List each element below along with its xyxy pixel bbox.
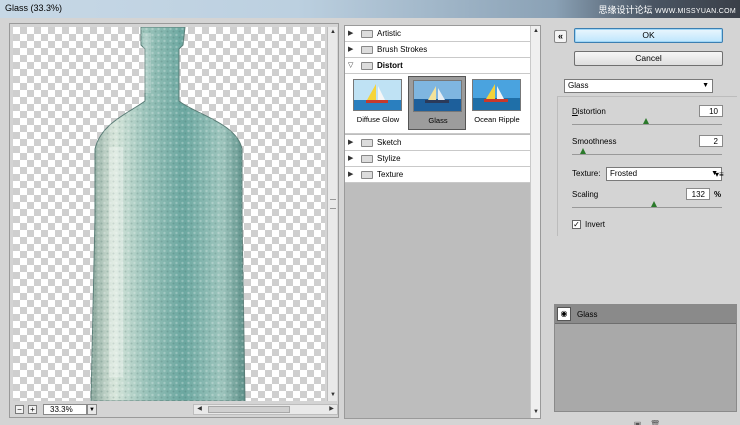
expand-arrow-icon[interactable]: ▶ [348,170,353,178]
preview-horizontal-scrollbar[interactable]: ◀ ▶ [193,404,338,415]
distortion-value[interactable]: 10 [699,105,723,117]
settings-pane: Distortion 10 Smoothness 2 Texture: Fros… [557,96,737,236]
filter-gallery-list: ▶ Artistic ▶ Brush Strokes ▽ Distort Dif… [344,25,541,419]
eye-icon[interactable]: ◉ [557,307,571,321]
filter-thumb-ocean-ripple[interactable]: Ocean Ripple [468,76,526,130]
category-label: Distort [377,61,403,70]
zoom-level-field[interactable]: 33.3% [43,404,87,415]
ok-button[interactable]: OK [574,28,723,43]
watermark-url: WWW.MISSYUAN.COM [654,8,736,15]
smoothness-value[interactable]: 2 [699,135,723,147]
category-label: Sketch [377,138,402,147]
filter-thumb-diffuse-glow[interactable]: Diffuse Glow [349,76,407,130]
category-label: Texture [377,170,404,179]
collapse-gallery-button[interactable]: « [554,30,567,43]
glass-thumbnail [413,80,462,112]
effect-layers-panel: ◉ Glass [554,304,737,412]
preview-panel: ▲ ▼ − + 33.3% ▼ ◀ ▶ [9,23,339,418]
folder-icon [361,62,373,70]
filter-label: Ocean Ripple [474,115,520,124]
category-stylize[interactable]: ▶ Stylize [345,151,530,167]
smoothness-slider-track[interactable] [572,154,722,155]
gallery-scrollbar[interactable]: ▲ ▼ [530,26,540,418]
category-label: Artistic [377,29,401,38]
invert-label: Invert [585,220,606,229]
preview-canvas[interactable] [13,27,325,401]
scaling-unit: % [714,190,722,199]
watermark-text: 思缘设计论坛 [598,5,653,15]
chevron-down-icon: ▼ [702,82,709,89]
filter-select[interactable]: Glass ▼ [564,79,713,93]
horizontal-scroll-thumb[interactable] [208,406,290,413]
filter-label: Glass [428,116,448,125]
scaling-label: Scaling [572,190,599,199]
trash-icon[interactable]: 🗑 [650,420,660,425]
category-label: Brush Strokes [377,45,428,54]
collapse-arrow-icon[interactable]: ▽ [348,61,353,69]
filter-label: Diffuse Glow [356,115,400,124]
category-brush-strokes[interactable]: ▶ Brush Strokes [345,42,530,58]
folder-icon [361,139,373,147]
zoom-out-button[interactable]: − [15,405,24,414]
category-artistic[interactable]: ▶ Artistic [345,26,530,42]
texture-select[interactable]: Frosted ▼ [606,167,722,181]
distortion-slider-track[interactable] [572,124,722,125]
distortion-slider-knob[interactable] [643,118,649,124]
scaling-slider-knob[interactable] [651,201,657,207]
watermark: 思缘设计论坛 WWW.MISSYUAN.COM [598,3,736,16]
folder-icon [361,30,373,38]
filter-gallery-dialog: ▲ ▼ − + 33.3% ▼ ◀ ▶ ▶ Artistic ▶ Brush S… [0,18,740,425]
category-sketch[interactable]: ▶ Sketch [345,135,530,151]
scroll-right-icon[interactable]: ▶ [327,405,336,414]
effect-layer-row[interactable]: ◉ Glass [555,305,736,324]
folder-icon [361,155,373,163]
new-effect-layer-icon[interactable]: ▣ [633,420,642,425]
ocean-ripple-thumbnail [472,79,521,111]
window-title: Glass (33.3%) [5,3,63,13]
zoom-bar: − + 33.3% ▼ ◀ ▶ [13,404,338,416]
category-list: ▶ Artistic ▶ Brush Strokes ▽ Distort Dif… [345,26,530,418]
texture-menu-icon[interactable]: ▾≡ [715,170,724,179]
expand-arrow-icon[interactable]: ▶ [348,138,353,146]
distortion-label-text: istortion [577,107,606,116]
layer-tools: ▣ 🗑 [628,420,668,425]
zoom-dropdown-icon[interactable]: ▼ [87,404,97,415]
effect-layer-name: Glass [577,310,598,319]
scaling-value[interactable]: 132 [686,188,710,200]
zoom-in-button[interactable]: + [28,405,37,414]
scroll-left-icon[interactable]: ◀ [195,405,204,414]
distort-thumbnails: Diffuse Glow Glass Ocean Ripple [345,74,530,134]
folder-icon [361,171,373,179]
expand-arrow-icon[interactable]: ▶ [348,29,353,37]
texture-label: Texture: [572,169,601,178]
scaling-slider-track[interactable] [572,207,722,208]
filter-select-value: Glass [568,81,589,90]
preview-vertical-scrollbar[interactable]: ▲ ▼ [327,27,337,401]
filter-thumb-glass[interactable]: Glass [408,76,466,130]
texture-select-value: Frosted [610,169,638,178]
scroll-up-icon[interactable]: ▲ [531,27,541,36]
scroll-down-icon[interactable]: ▼ [329,391,337,400]
category-texture[interactable]: ▶ Texture [345,167,530,183]
title-bar: Glass (33.3%) 思缘设计论坛 WWW.MISSYUAN.COM [0,0,740,18]
scroll-up-icon[interactable]: ▲ [329,28,337,37]
category-label: Stylize [377,154,401,163]
scroll-down-icon[interactable]: ▼ [531,408,541,417]
cancel-button[interactable]: Cancel [574,51,723,66]
diffuse-glow-thumbnail [353,79,402,111]
expand-arrow-icon[interactable]: ▶ [348,45,353,53]
smoothness-slider-knob[interactable] [580,148,586,154]
distortion-label: Distortion [572,107,606,116]
folder-icon [361,46,373,54]
category-distort[interactable]: ▽ Distort [345,58,530,74]
bottle-image [90,27,246,401]
scroll-grip[interactable] [330,199,336,209]
expand-arrow-icon[interactable]: ▶ [348,154,353,162]
filter-settings: Glass ▼ Distortion 10 Smoothness 2 Textu… [554,74,737,239]
smoothness-label: Smoothness [572,137,617,146]
invert-checkbox[interactable]: ✓ [572,220,581,229]
